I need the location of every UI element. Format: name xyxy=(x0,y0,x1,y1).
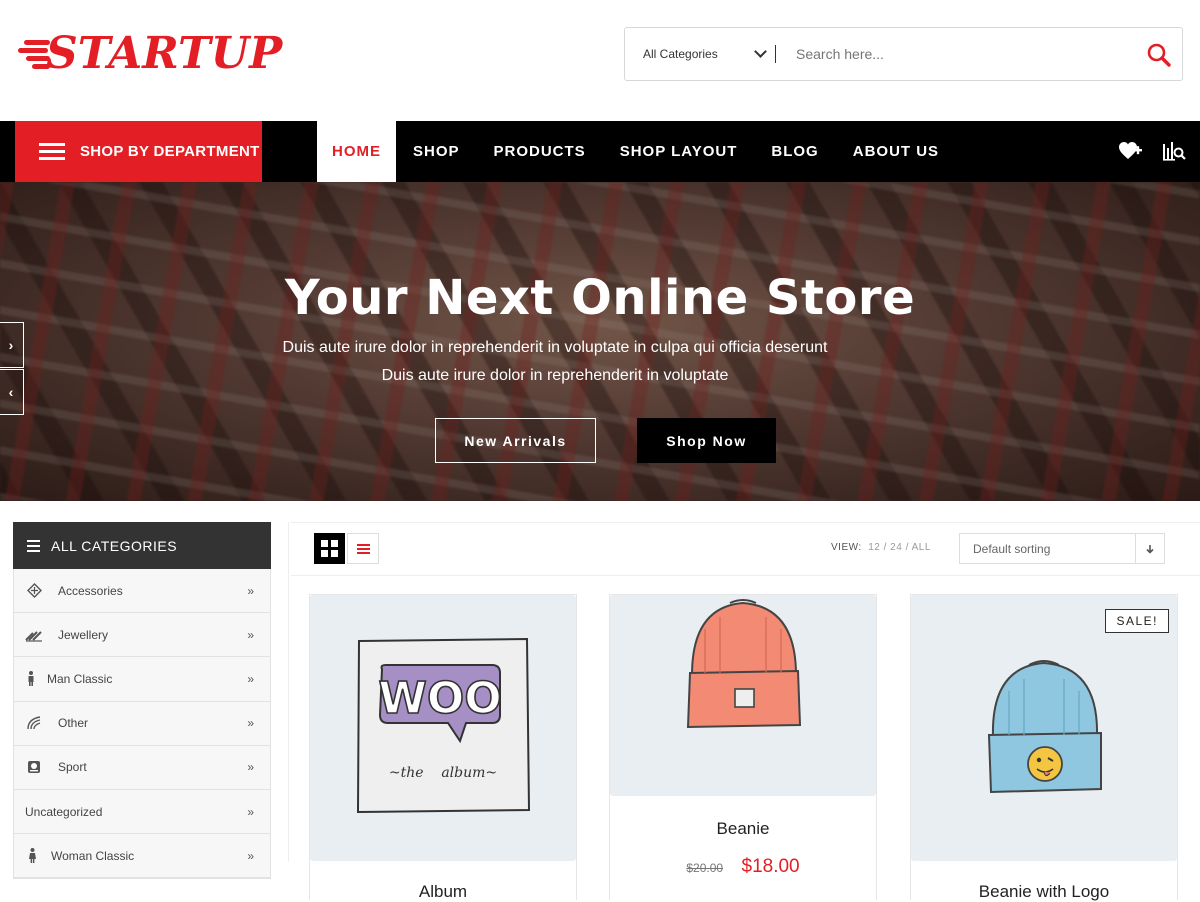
nav-menu: HOME SHOP PRODUCTS SHOP LAYOUT BLOG ABOU… xyxy=(317,121,956,182)
regular-price: $20.00 xyxy=(686,861,724,875)
category-list: Accessories » Jewellery » Man Classic » … xyxy=(13,569,271,880)
chevron-double-right-icon: » xyxy=(247,716,254,731)
search-bar: All Categories xyxy=(624,27,1183,81)
department-label: SHOP BY DEPARTMENT xyxy=(80,143,260,160)
nav-item-about-us[interactable]: ABOUT US xyxy=(836,121,956,182)
list-view-button[interactable] xyxy=(347,533,379,564)
nav-item-shop-layout[interactable]: SHOP LAYOUT xyxy=(603,121,755,182)
per-page-selector: VIEW: 12 / 24 / ALL xyxy=(831,542,931,553)
sidebar-item-label: Sport xyxy=(58,760,87,775)
logo-text: STARTUP xyxy=(46,28,283,79)
sale-badge: SALE! xyxy=(1105,609,1169,633)
product-card[interactable]: Beanie $20.00 $18.00 xyxy=(609,594,877,900)
sidebar-item-uncategorized[interactable]: Uncategorized » xyxy=(14,789,270,835)
product-price: $20.00 $18.00 xyxy=(610,856,876,878)
nav-icons xyxy=(1118,140,1186,162)
category-select-value: All Categories xyxy=(643,47,718,61)
product-card[interactable]: WOO ~the album~ Album xyxy=(309,594,577,902)
hero-slider: Your Next Online Store Duis aute irure d… xyxy=(0,182,1200,501)
woman-icon xyxy=(25,848,39,864)
product-image[interactable]: WOO ~the album~ xyxy=(310,595,576,861)
compare-icon[interactable] xyxy=(1162,140,1186,162)
beanie-illustration xyxy=(686,599,802,729)
svg-text:~the album~: ~the album~ xyxy=(389,765,497,781)
main-navigation: SHOP BY DEPARTMENT HOME SHOP PRODUCTS SH… xyxy=(0,121,1200,182)
hero-subtitle-line-2: Duis aute irure dolor in reprehenderit i… xyxy=(381,367,729,384)
search-divider xyxy=(775,45,776,63)
beanie-with-logo-illustration xyxy=(987,660,1102,794)
site-header: STARTUP All Categories xyxy=(0,0,1200,121)
hero-title: Your Next Online Store xyxy=(284,270,916,326)
shop-toolbar: VIEW: 12 / 24 / ALL Default sorting xyxy=(291,522,1200,576)
sidebar-item-label: Woman Classic xyxy=(51,848,135,863)
chevron-left-icon: ‹ xyxy=(8,384,14,400)
wishlist-heart-icon[interactable] xyxy=(1118,140,1142,162)
chevron-double-right-icon: » xyxy=(247,760,254,775)
sidebar-item-man-classic[interactable]: Man Classic » xyxy=(14,657,270,702)
nav-item-home[interactable]: HOME xyxy=(317,121,396,182)
accessories-icon xyxy=(25,583,43,599)
chevron-double-right-icon: » xyxy=(247,804,254,819)
man-icon xyxy=(25,671,37,687)
site-logo[interactable]: STARTUP xyxy=(16,26,296,82)
sort-select[interactable]: Default sorting xyxy=(959,533,1165,564)
sidebar-item-label: Accessories xyxy=(58,583,123,598)
nav-item-shop[interactable]: SHOP xyxy=(396,121,477,182)
product-name[interactable]: Album xyxy=(310,882,576,902)
category-sidebar: ALL CATEGORIES Accessories » Jewellery »… xyxy=(13,522,271,882)
view-label: VIEW: xyxy=(831,542,862,553)
svg-text:WOO: WOO xyxy=(378,673,501,724)
view-options[interactable]: 12 / 24 / ALL xyxy=(868,542,931,553)
product-image[interactable] xyxy=(610,595,876,796)
hamburger-icon xyxy=(39,142,65,161)
product-name[interactable]: Beanie with Logo xyxy=(911,882,1177,902)
hero-subtitle-line-1: Duis aute irure dolor in reprehenderit i… xyxy=(282,339,828,356)
sidebar-item-label: Jewellery xyxy=(58,627,109,642)
product-card[interactable]: SALE! Beanie with Logo xyxy=(910,594,1178,902)
new-arrivals-button[interactable]: New Arrivals xyxy=(435,418,596,463)
sidebar-item-woman-classic[interactable]: Woman Classic » xyxy=(14,834,270,879)
chevron-down-icon xyxy=(754,45,767,58)
sidebar-item-label: Man Classic xyxy=(47,671,113,686)
sort-select-value: Default sorting xyxy=(973,541,1051,556)
other-icon xyxy=(25,715,43,731)
sidebar-header: ALL CATEGORIES xyxy=(13,522,271,569)
sport-icon xyxy=(25,759,43,775)
sidebar-item-label: Uncategorized xyxy=(25,804,103,819)
sidebar-item-sport[interactable]: Sport » xyxy=(14,745,270,790)
chevron-double-right-icon: » xyxy=(247,627,254,642)
sidebar-item-jewellery[interactable]: Jewellery » xyxy=(14,613,270,658)
sidebar-item-label: Other xyxy=(58,716,89,731)
sidebar-item-accessories[interactable]: Accessories » xyxy=(14,569,270,614)
search-icon[interactable] xyxy=(1146,42,1172,68)
slider-prev-button[interactable]: ‹ xyxy=(0,369,24,415)
content-divider xyxy=(288,522,289,862)
chevron-double-right-icon: » xyxy=(247,671,254,686)
shop-by-department-button[interactable]: SHOP BY DEPARTMENT xyxy=(15,121,262,182)
sale-price: $18.00 xyxy=(741,856,800,877)
list-icon xyxy=(27,539,40,552)
arrow-down-icon xyxy=(1135,534,1164,563)
slider-next-button[interactable]: › xyxy=(0,322,24,368)
chevron-double-right-icon: » xyxy=(247,848,254,863)
sidebar-title: ALL CATEGORIES xyxy=(51,537,178,554)
nav-item-blog[interactable]: BLOG xyxy=(754,121,835,182)
chevron-right-icon: › xyxy=(8,337,14,353)
jewellery-icon xyxy=(25,627,43,643)
product-image[interactable] xyxy=(911,595,1177,861)
sidebar-item-other[interactable]: Other » xyxy=(14,701,270,746)
chevron-double-right-icon: » xyxy=(247,583,254,598)
nav-item-products[interactable]: PRODUCTS xyxy=(477,121,603,182)
woo-album-illustration: WOO ~the album~ xyxy=(356,637,531,814)
shop-now-button[interactable]: Shop Now xyxy=(637,418,776,463)
category-select[interactable]: All Categories xyxy=(625,45,775,61)
grid-view-button[interactable] xyxy=(314,533,345,564)
search-input[interactable] xyxy=(796,46,1136,62)
product-name[interactable]: Beanie xyxy=(610,819,876,839)
